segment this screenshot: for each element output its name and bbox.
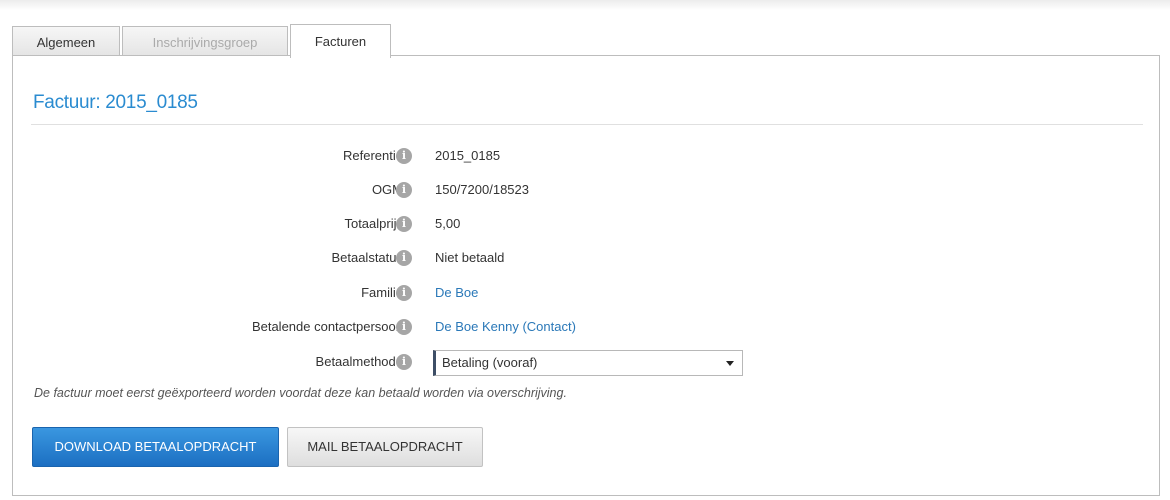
field-value: 2015_0185 — [435, 148, 501, 163]
page-title: Factuur: 2015_0185 — [33, 92, 198, 113]
top-shadow — [0, 0, 1170, 10]
field-row-totaalprijs: Totaalprijs i 5,00 — [13, 214, 1161, 234]
download-betaalopdracht-button[interactable]: DOWNLOAD BETAALOPDRACHT — [32, 427, 279, 467]
info-icon[interactable]: i — [396, 319, 412, 335]
field-row-familie: Familie i De Boe — [13, 283, 1161, 303]
mail-betaalopdracht-button[interactable]: MAIL BETAALOPDRACHT — [287, 427, 483, 467]
tab-facturen[interactable]: Facturen — [290, 24, 391, 58]
field-row-betaalmethode: Betaalmethode i Betaling (vooraf) — [13, 350, 1161, 376]
info-icon[interactable]: i — [396, 354, 412, 370]
field-label: Betaalstatus — [331, 250, 403, 265]
tab-inschrijvingsgroep[interactable]: Inschrijvingsgroep — [122, 26, 288, 57]
field-value: 150/7200/18523 — [435, 182, 529, 197]
info-icon[interactable]: i — [396, 285, 412, 301]
info-icon[interactable]: i — [396, 250, 412, 266]
tab-algemeen[interactable]: Algemeen — [12, 26, 120, 57]
field-label: Betaalmethode — [315, 354, 403, 369]
field-row-betalende-contactpersoon: Betalende contactpersoon i De Boe Kenny … — [13, 317, 1161, 337]
export-note: De factuur moet eerst geëxporteerd worde… — [34, 386, 567, 400]
field-label: Betalende contactpersoon — [251, 319, 403, 334]
contactpersoon-link[interactable]: De Boe Kenny (Contact) — [435, 317, 576, 337]
field-row-ogm: OGM i 150/7200/18523 — [13, 180, 1161, 200]
invoice-panel: Factuur: 2015_0185 Referentie i 2015_018… — [12, 55, 1160, 496]
info-icon[interactable]: i — [396, 216, 412, 232]
field-value: 5,00 — [435, 216, 461, 231]
familie-link[interactable]: De Boe — [435, 283, 478, 303]
field-label: Referentie — [343, 148, 403, 163]
field-row-betaalstatus: Betaalstatus i Niet betaald — [13, 248, 1161, 268]
payment-method-value: Betaling (vooraf) — [442, 355, 538, 370]
field-label: Totaalprijs — [344, 216, 403, 231]
info-icon[interactable]: i — [396, 148, 412, 164]
title-divider — [31, 124, 1143, 125]
field-value: Niet betaald — [435, 250, 505, 265]
caret-down-icon — [726, 361, 734, 366]
payment-method-select[interactable]: Betaling (vooraf) — [433, 350, 743, 376]
info-icon[interactable]: i — [396, 182, 412, 198]
field-row-referentie: Referentie i 2015_0185 — [13, 146, 1161, 166]
